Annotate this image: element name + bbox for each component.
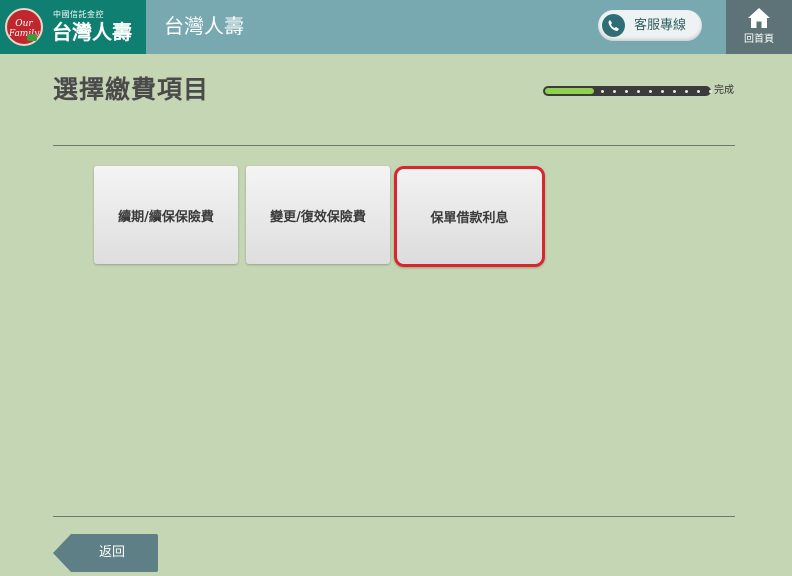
brand-subtitle: 中國信託金控	[53, 10, 104, 19]
page-title: 選擇繳費項目	[53, 75, 210, 104]
header-title: 台灣人壽	[164, 14, 244, 38]
service-hotline-label: 客服專線	[634, 18, 687, 33]
service-hotline-button[interactable]: 客服專線	[598, 10, 702, 41]
back-label: 返回	[98, 545, 125, 560]
company-logo: Our Family	[5, 8, 43, 46]
logo-leaf-icon	[27, 34, 37, 41]
home-label: 回首頁	[744, 34, 774, 45]
phone-icon	[602, 14, 625, 37]
option-label: 續期/續保保險費	[118, 209, 214, 225]
top-header: Our Family 中國信託金控 台灣人壽 台灣人壽 客服專線 回首頁	[0, 0, 792, 54]
progress-bar	[543, 86, 712, 96]
option-policy-loan-interest[interactable]: 保單借款利息	[394, 166, 545, 267]
option-change-reinstate-premium[interactable]: 變更/復效保險費	[246, 166, 390, 264]
divider-bottom	[53, 516, 735, 517]
progress-fill	[545, 88, 594, 94]
home-icon	[748, 8, 770, 28]
back-button[interactable]: 返回	[53, 534, 158, 572]
brand-block: Our Family 中國信託金控 台灣人壽	[0, 0, 146, 54]
progress-steps	[601, 86, 712, 96]
progress-complete-label: 完成	[714, 85, 734, 96]
home-button[interactable]: 回首頁	[726, 0, 792, 54]
divider-top	[53, 145, 735, 146]
option-label: 變更/復效保險費	[270, 209, 366, 225]
option-label: 保單借款利息	[430, 211, 509, 226]
brand-name: 台灣人壽	[52, 20, 132, 44]
option-renewal-premium[interactable]: 續期/續保保險費	[94, 166, 238, 264]
